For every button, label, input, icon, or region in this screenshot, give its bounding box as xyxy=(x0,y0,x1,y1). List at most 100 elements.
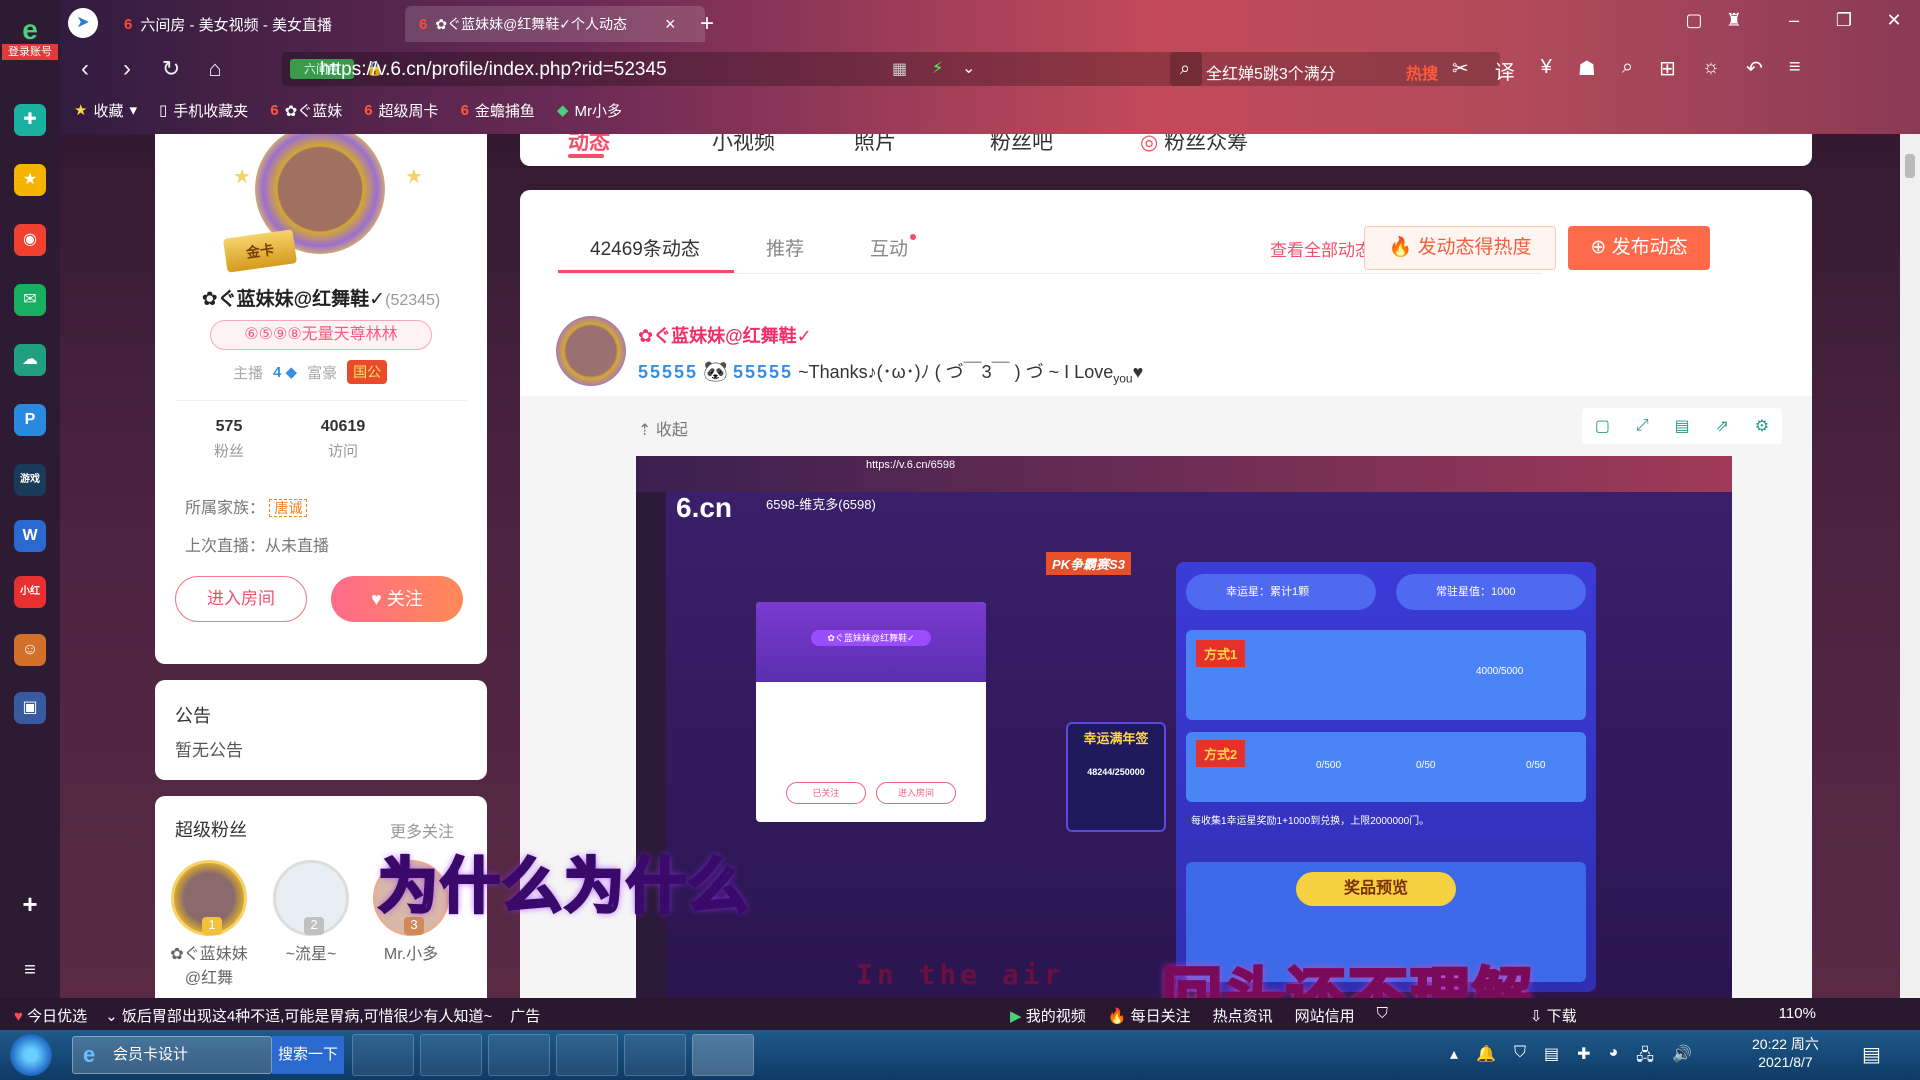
post-for-heat-button[interactable]: 🔥 发动态得热度 xyxy=(1364,226,1556,270)
close-tab-icon[interactable]: × xyxy=(665,14,676,35)
news-headline[interactable]: ⌄ 饭后胃部出现这4种不适,可能是胃病,可惜很少有人知道~ xyxy=(105,1005,492,1026)
tab-fan-bar[interactable]: 粉丝吧 xyxy=(990,134,1053,156)
site-credit[interactable]: 网站信用 xyxy=(1295,1005,1355,1026)
maximize-icon[interactable]: ❐ xyxy=(1830,10,1858,34)
zoom-level[interactable]: 110% xyxy=(1779,1005,1816,1026)
ie-taskbar-icon[interactable] xyxy=(420,1034,482,1076)
scissors-icon[interactable]: ✂ xyxy=(1452,56,1469,85)
shirt-skin-icon[interactable]: ♜ xyxy=(1720,10,1748,34)
avatar-app-icon[interactable] xyxy=(692,1034,754,1076)
bookmark-profile[interactable]: 6 ✿ぐ蓝妹 xyxy=(270,100,342,121)
apps-grid-icon[interactable]: ⊞ xyxy=(1659,56,1676,85)
notification-bell-icon[interactable]: 🔔 xyxy=(1476,1044,1496,1071)
translate-icon[interactable]: 译 xyxy=(1495,56,1515,85)
tab-short-video[interactable]: 小视频 xyxy=(712,134,775,156)
bookmark-mobile[interactable]: ▯ 手机收藏夹 xyxy=(159,100,248,121)
login-account-button[interactable]: 登录账号 xyxy=(2,44,58,60)
my-videos[interactable]: ▶ 我的视频 xyxy=(1010,1005,1086,1026)
collapse-button[interactable]: ⇡ 收起 xyxy=(638,416,688,440)
game3-icon[interactable]: ▣ xyxy=(14,692,46,724)
qr-icon[interactable]: ▦ xyxy=(892,59,907,79)
today-picks[interactable]: ♥ 今日优选 xyxy=(14,1005,87,1026)
game2-icon[interactable]: ☺ xyxy=(14,634,46,666)
tab-crowdfund[interactable]: ◎ 粉丝众筹 xyxy=(1140,134,1248,156)
tab-count-icon[interactable]: ▢ xyxy=(1680,10,1708,34)
search-field[interactable]: ⌕ 全红婵5跳3个满分 热搜 xyxy=(1170,52,1500,86)
find-icon[interactable]: ⌕ xyxy=(1622,56,1633,85)
network-icon[interactable]: 🖧 xyxy=(1636,1044,1654,1071)
tray-arrow-icon[interactable]: ▴ xyxy=(1450,1044,1458,1071)
follow-button[interactable]: ♥ 关注 xyxy=(331,576,463,622)
green-plus-icon[interactable]: ✚ xyxy=(1577,1044,1590,1071)
close-window-icon[interactable]: ✕ xyxy=(1880,10,1908,34)
cloud-icon[interactable]: ☁ xyxy=(14,344,46,376)
tab-profile[interactable]: 6 ✿ぐ蓝妹妹@红舞鞋✓个人动态 × xyxy=(405,6,705,42)
download[interactable]: ⇩ 下载 xyxy=(1530,1005,1577,1026)
url-field[interactable]: 六间房 🔒 https://v.6.cn/profile/index.php?r… xyxy=(282,52,1202,86)
fullscreen-icon[interactable]: ⤢ xyxy=(1636,417,1649,435)
taskbar-search-button[interactable]: 搜索一下 xyxy=(272,1036,344,1074)
minimize-icon[interactable]: – xyxy=(1780,10,1808,34)
tab-all-posts[interactable]: 42469条动态 xyxy=(590,234,700,261)
game-app-icon[interactable]: 游戏 xyxy=(14,464,46,496)
save-image-icon[interactable]: ▤ xyxy=(1675,416,1690,436)
qq-icon[interactable]: ◕ xyxy=(1609,1044,1619,1071)
page-scrollbar[interactable] xyxy=(1900,134,1920,998)
home-icon[interactable]: ⌂ xyxy=(200,54,230,84)
folder-icon[interactable] xyxy=(488,1034,550,1076)
k-app-icon[interactable] xyxy=(352,1034,414,1076)
bookmark-favorites[interactable]: ★ 收藏 ▾ xyxy=(74,100,137,121)
tab-feed[interactable]: 动态 xyxy=(568,134,610,156)
taskbar-ie-window[interactable]: e 会员卡设计 xyxy=(72,1036,272,1074)
mail-icon[interactable]: ✉ xyxy=(14,284,46,316)
shield-icon[interactable]: ⛉ xyxy=(1377,1005,1388,1026)
daily-follow[interactable]: 🔥 每日关注 xyxy=(1108,1005,1191,1026)
tab-interact[interactable]: 互动 xyxy=(870,234,908,261)
back-icon[interactable]: ‹ xyxy=(70,54,100,84)
undo-icon[interactable]: ↶ xyxy=(1746,56,1763,85)
post-author-name[interactable]: ✿ぐ蓝妹妹@红舞鞋✓ xyxy=(638,322,812,348)
post-author-avatar[interactable] xyxy=(556,316,626,386)
settings-icon[interactable]: ⚙ xyxy=(1755,416,1769,436)
forward-icon[interactable]: › xyxy=(112,54,142,84)
system-clock[interactable]: 20:22 周六 2021/8/7 xyxy=(1752,1034,1819,1070)
hot-news[interactable]: 热点资讯 xyxy=(1213,1005,1273,1026)
star-favorites-icon[interactable]: ★ xyxy=(14,164,46,196)
word-icon[interactable]: W xyxy=(14,520,46,552)
embedded-screenshot[interactable]: https://v.6.cn/6598 6.cn 6598-维克多(6598) … xyxy=(636,456,1732,998)
bookmark-fishing[interactable]: 6 金蟾捕鱼 xyxy=(461,100,535,121)
scroll-thumb[interactable] xyxy=(1905,154,1915,178)
hamburger-icon[interactable]: ≡ xyxy=(1789,56,1801,85)
video-player-icon[interactable] xyxy=(624,1034,686,1076)
family-tag[interactable]: 唐诚 xyxy=(269,499,308,517)
share-icon[interactable]: ⇗ xyxy=(1715,416,1728,436)
fan-item[interactable]: 2 ~流星~ xyxy=(271,860,351,964)
publish-post-button[interactable]: ⊕ 发布动态 xyxy=(1568,226,1710,270)
plus-app-icon[interactable]: ✚ xyxy=(14,104,46,136)
coin-icon[interactable]: ¥ xyxy=(1541,56,1552,85)
tab-recommend[interactable]: 推荐 xyxy=(766,234,804,261)
action-center-icon[interactable]: ▤ xyxy=(1862,1042,1881,1067)
menu-icon[interactable]: ≡ xyxy=(14,954,46,986)
browser-taskbar-icon[interactable] xyxy=(556,1034,618,1076)
xiaohongshu-icon[interactable]: 小红 xyxy=(14,576,46,608)
hot-search-label[interactable]: 热搜 xyxy=(1406,60,1438,84)
weibo-icon[interactable]: ◉ xyxy=(14,224,46,256)
new-tab-icon[interactable]: + xyxy=(700,10,714,38)
chevron-down-icon[interactable]: ⌄ xyxy=(962,58,975,78)
tab-liujianfang[interactable]: 6 六间房 - 美女视频 - 美女直播 xyxy=(110,6,390,42)
fans-stat[interactable]: 575 粉丝 xyxy=(179,418,279,461)
document-icon[interactable]: ▤ xyxy=(1544,1044,1559,1071)
gamepad-icon[interactable]: ☗ xyxy=(1578,56,1596,85)
navigate-icon[interactable]: ➤ xyxy=(68,8,98,38)
p-app-icon[interactable]: P xyxy=(14,404,46,436)
original-size-icon[interactable]: ▢ xyxy=(1595,416,1610,436)
start-button[interactable] xyxy=(10,1034,52,1076)
bookmark-weekly-card[interactable]: 6 超级周卡 xyxy=(364,100,438,121)
volume-icon[interactable]: 🔊 xyxy=(1672,1044,1692,1071)
lightning-icon[interactable]: ⚡ xyxy=(932,58,943,78)
enter-room-button[interactable]: 进入房间 xyxy=(175,576,307,622)
security-shield-icon[interactable]: ⛉ xyxy=(1514,1044,1526,1071)
tab-photos[interactable]: 照片 xyxy=(854,134,896,156)
add-app-icon[interactable]: + xyxy=(14,888,46,920)
